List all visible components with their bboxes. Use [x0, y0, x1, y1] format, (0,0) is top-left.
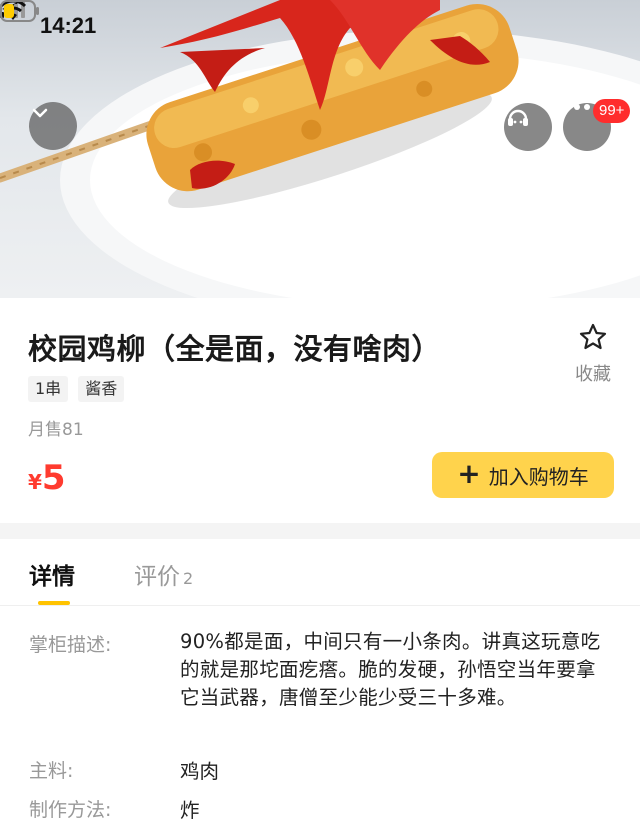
- star-outline-icon: [579, 323, 607, 350]
- review-count: 2: [183, 569, 194, 588]
- collapse-button[interactable]: [29, 102, 77, 150]
- detail-section: 掌柜描述: 90%都是面，中间只有一小条肉。讲真这玩意吃的就是那坨面疙瘩。脆的发…: [0, 606, 640, 834]
- status-time: 14:21: [40, 13, 97, 38]
- spec-tags: 1串 酱香: [28, 376, 125, 402]
- battery-icon: [0, 0, 39, 22]
- currency-symbol: ¥: [28, 470, 42, 494]
- product-info: 校园鸡柳（全是面，没有啥肉） 收藏 1串 酱香 月售81 ¥5 + 加入购物车: [0, 298, 640, 523]
- price-value: 5: [41, 458, 66, 498]
- product-title: 校园鸡柳（全是面，没有啥肉）: [28, 332, 442, 366]
- method-label: 制作方法:: [29, 799, 112, 821]
- ingredient-label: 主料:: [29, 760, 74, 782]
- tab-review-label: 评价: [134, 564, 180, 590]
- plus-icon: +: [457, 456, 481, 490]
- description-value: 90%都是面，中间只有一小条肉。讲真这玩意吃的就是那坨面疙瘩。脆的发硬，孙悟空当…: [180, 630, 601, 709]
- tab-review[interactable]: 评价 2: [134, 557, 193, 591]
- image-disclaimer: 图片仅供参考 请以实物为准: [388, 185, 574, 201]
- price: ¥5: [28, 458, 66, 498]
- add-to-cart-button[interactable]: + 加入购物车: [432, 452, 614, 498]
- description-label: 掌柜描述:: [29, 634, 112, 656]
- method-value: 炸: [180, 799, 200, 822]
- favorite-label: 收藏: [575, 364, 611, 385]
- more-dots-icon: [564, 104, 590, 110]
- tab-detail[interactable]: 详情: [29, 557, 75, 591]
- detail-tabs: 详情 评价 2: [0, 539, 640, 606]
- product-image: 14:21 99+ 图片仅供参考 请以实物为准: [0, 0, 640, 298]
- spec-tag: 1串: [28, 376, 69, 402]
- spec-tag: 酱香: [78, 376, 125, 402]
- message-count-badge: 99+: [593, 99, 631, 123]
- customer-service-icon: [508, 109, 528, 126]
- ingredient-value: 鸡肉: [180, 760, 220, 783]
- status-bar: 14:21: [0, 0, 640, 58]
- add-to-cart-label: 加入购物车: [488, 464, 589, 489]
- favorite-button[interactable]: 收藏: [566, 322, 620, 386]
- section-divider: [0, 523, 640, 539]
- monthly-sales: 月售81: [28, 420, 84, 440]
- active-tab-indicator: [38, 601, 70, 605]
- chevron-down-icon: [32, 108, 48, 118]
- customer-service-button[interactable]: [504, 103, 552, 151]
